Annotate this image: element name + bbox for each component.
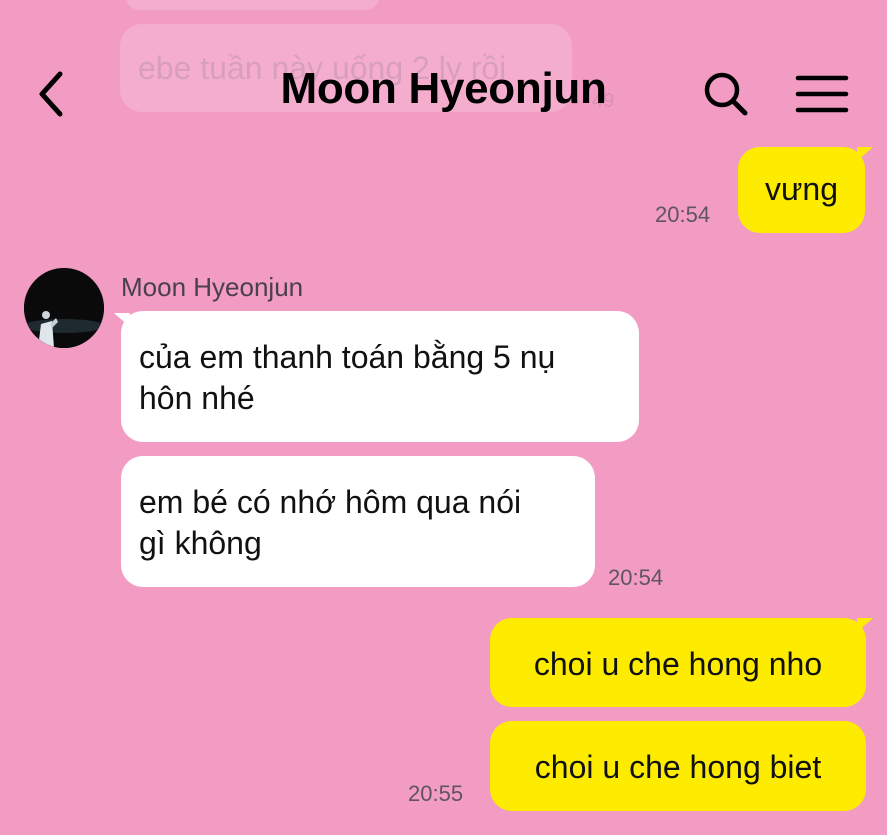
menu-button[interactable] xyxy=(792,68,852,120)
message-time: 20:54 xyxy=(608,565,664,590)
faded-message-bubble xyxy=(125,0,380,10)
outgoing-message-bubble[interactable]: vưng xyxy=(738,147,865,233)
search-button[interactable] xyxy=(700,68,752,120)
chat-title: Moon Hyeonjun xyxy=(280,64,607,113)
bubble-tail xyxy=(857,147,873,161)
sender-name: Moon Hyeonjun xyxy=(121,272,304,302)
message-text: vưng xyxy=(764,171,838,207)
message-time: 20:55 xyxy=(408,781,464,806)
outgoing-message-bubble[interactable]: choi u che hong nho xyxy=(490,618,866,707)
search-icon xyxy=(704,72,748,116)
incoming-message-bubble[interactable]: của em thanh toán bằng 5 nụ hôn nhé xyxy=(121,311,639,442)
message-text: choi u che hong biet xyxy=(534,749,822,785)
message-text-line: hôn nhé xyxy=(139,380,255,416)
outgoing-message-bubble[interactable]: choi u che hong biet xyxy=(490,721,866,811)
bubble-tail xyxy=(857,618,873,632)
avatar[interactable] xyxy=(24,268,104,348)
message-text-line: em bé có nhớ hôm qua nói xyxy=(139,484,522,520)
message-text-line: của em thanh toán bằng 5 nụ xyxy=(139,339,556,375)
message-text-line: gì không xyxy=(139,525,262,561)
hamburger-menu-icon xyxy=(795,75,849,113)
incoming-message-bubble[interactable]: em bé có nhớ hôm qua nói gì không xyxy=(121,456,595,587)
message-text: choi u che hong nho xyxy=(533,646,823,682)
message-time: 20:54 xyxy=(655,202,711,227)
profile-photo-icon xyxy=(24,268,104,348)
